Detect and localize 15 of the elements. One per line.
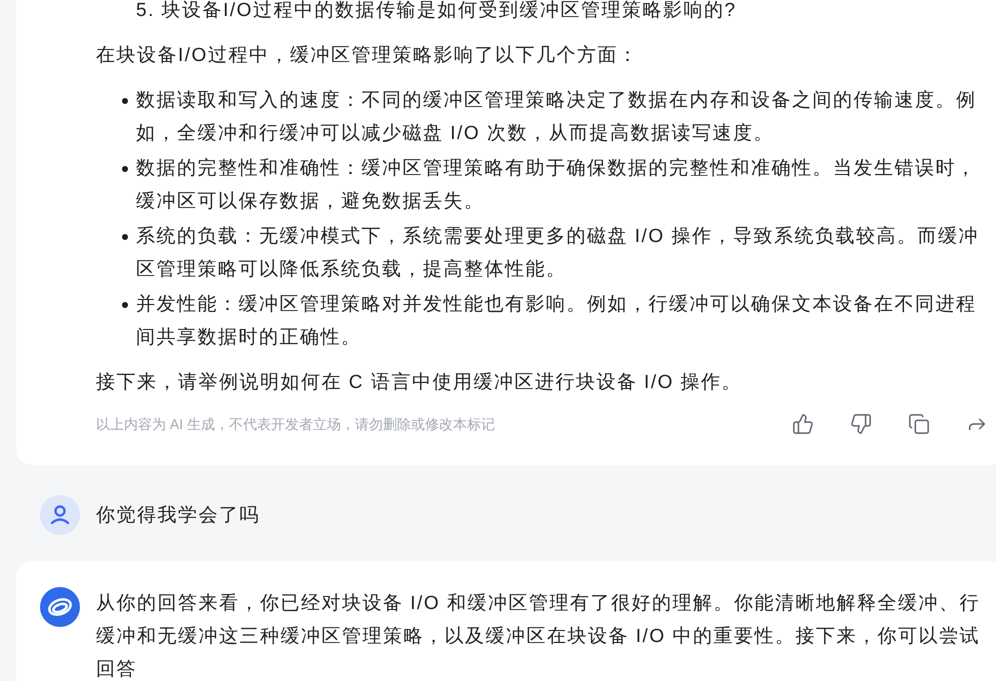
bullet-text: 数据读取和写入的速度：不同的缓冲区管理策略决定了数据在内存和设备之间的传输速度。例如，全缓冲和行缓冲可以减少磁盘 I/O 次数，从而提高数据读写速度。: [136, 89, 978, 146]
ai-disclaimer: 以上内容为 AI 生成，不代表开发者立场，请勿删除或修改本标记: [96, 414, 496, 434]
bullet-text: 系统的负载：无缓冲模式下，系统需要处理更多的磁盘 I/O 操作，导致系统负载较高。而缓冲区管理策略可以降低系统负载，提高整体性能。: [136, 225, 980, 282]
user-avatar: [40, 495, 80, 535]
intro-paragraph: 在块设备I/O过程中，缓冲区管理策略影响了以下几个方面：: [96, 44, 640, 68]
reply-text: 从你的回答来看，你已经对块设备 I/O 和缓冲区管理有了很好的理解。你能清晰地解释全缓冲、行缓冲和无缓冲这三种缓冲区管理策略，以及缓冲区在块设备 I/O 中的重要性。接下来，你可以尝试回答: [96, 592, 981, 681]
thumbs-down-icon[interactable]: [850, 413, 872, 435]
assistant-logo: [40, 587, 80, 627]
closing-paragraph: 接下来，请举例说明如何在 C 语言中使用缓冲区进行块设备 I/O 操作。: [96, 371, 744, 395]
question-heading: 5. 块设备I/O过程中的数据传输是如何受到缓冲区管理策略影响的?: [135, 0, 738, 23]
copy-icon[interactable]: [908, 413, 930, 435]
bullet-text: 并发性能：缓冲区管理策略对并发性能也有影响。例如，行缓冲可以确保文本设备在不同进程间共享数据时的正确性。: [136, 293, 978, 350]
user-message: 你觉得我学会了吗: [96, 504, 260, 528]
thumbs-up-icon[interactable]: [792, 413, 814, 435]
bullet-text: 数据的完整性和准确性：缓冲区管理策略有助于确保数据的完整性和准确性。当发生错误时，缓冲区可以保存数据，避免数据丢失。: [136, 157, 978, 214]
